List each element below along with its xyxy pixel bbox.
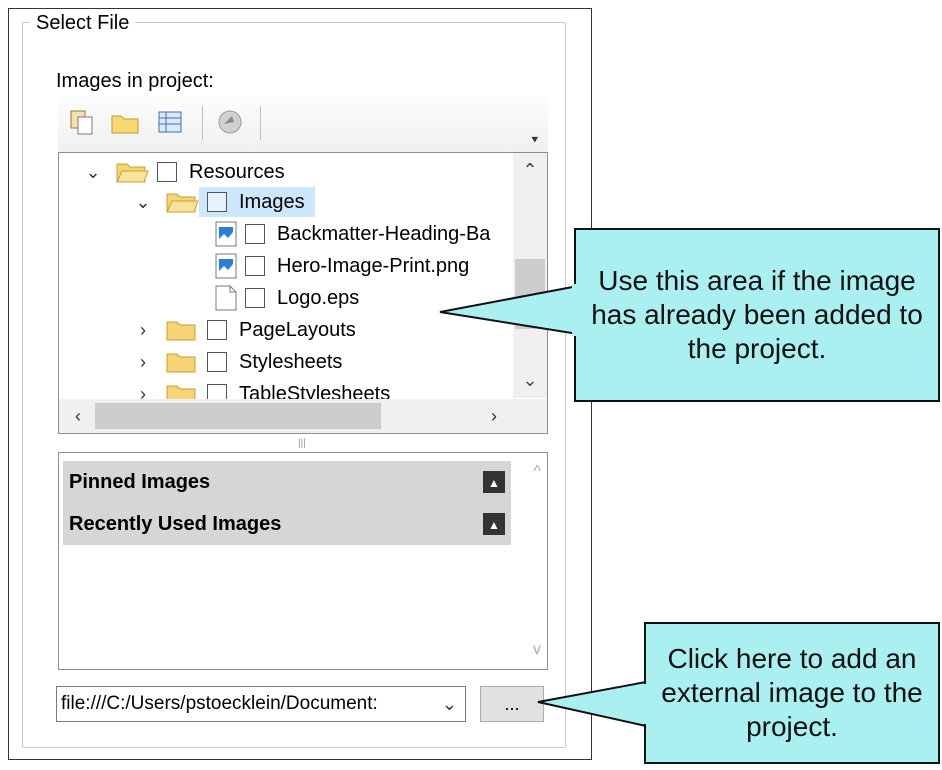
scroll-left-icon[interactable]: ‹ — [61, 399, 95, 433]
callout-pointer-mask — [642, 684, 650, 724]
pinned-recent-panel: Pinned Images ▲ Recently Used Images ▲ ^… — [58, 452, 548, 670]
scroll-thumb[interactable] — [95, 403, 381, 429]
import-icon[interactable] — [216, 108, 244, 136]
tree-item-file[interactable]: Backmatter-Heading-Ba — [215, 219, 490, 249]
image-file-icon — [215, 253, 237, 279]
callout-external-image: Click here to add an external image to t… — [644, 622, 940, 764]
tree-item-stylesheets[interactable]: › Stylesheets — [131, 347, 342, 377]
group-title: Select File — [30, 12, 136, 34]
collapse-icon[interactable]: ▲ — [483, 471, 505, 493]
callout-pointer-mask — [572, 284, 580, 336]
chevron-down-icon[interactable]: ⌄ — [81, 162, 105, 183]
open-folder-icon — [115, 160, 149, 184]
tree-item-label: Stylesheets — [239, 350, 343, 373]
section-pinned-images[interactable]: Pinned Images ▲ — [63, 461, 511, 503]
tree-item-images[interactable]: ⌄ Images — [131, 187, 315, 217]
grid-view-icon[interactable] — [156, 108, 184, 136]
section-label: Recently Used Images — [69, 513, 282, 535]
tree-item-label: Logo.eps — [277, 286, 360, 309]
chevron-right-icon[interactable]: › — [131, 352, 155, 373]
scroll-down-icon[interactable]: ⌄ — [513, 365, 547, 395]
toolbar-separator — [260, 106, 261, 140]
selected-highlight: Images — [199, 187, 315, 217]
scroll-up-icon[interactable]: ^ — [533, 463, 541, 481]
copy-icon[interactable] — [68, 108, 96, 136]
tree-item-label: Backmatter-Heading-Ba — [277, 222, 491, 245]
tree-item-file[interactable]: Logo.eps — [215, 283, 359, 313]
callout-text: Click here to add an external image to t… — [661, 643, 923, 742]
chevron-down-icon[interactable]: ⌄ — [442, 687, 457, 721]
callout-existing-image: Use this area if the image has already b… — [574, 228, 940, 402]
callout-pointer — [537, 680, 647, 728]
tree-item-label: PageLayouts — [239, 318, 356, 341]
vertical-scrollbar[interactable]: ⌃ ⌄ — [513, 153, 547, 398]
callout-pointer — [439, 284, 579, 336]
toolbar-overflow-icon[interactable]: ⯆ — [530, 134, 542, 146]
scroll-down-icon[interactable]: v — [533, 641, 541, 659]
checkbox[interactable] — [207, 352, 227, 372]
checkbox[interactable] — [207, 320, 227, 340]
scroll-right-icon[interactable]: › — [477, 399, 511, 433]
file-path-combobox[interactable]: file:///C:/Users/pstoecklein/Document: ⌄ — [56, 686, 466, 722]
chevron-right-icon[interactable]: › — [131, 320, 155, 341]
browse-button[interactable]: ... — [480, 686, 544, 722]
open-folder-icon — [165, 190, 199, 214]
checkbox[interactable] — [245, 256, 265, 276]
folder-icon[interactable] — [110, 108, 139, 136]
checkbox[interactable] — [157, 162, 177, 182]
tree-item-pagelayouts[interactable]: › PageLayouts — [131, 315, 356, 345]
checkbox[interactable] — [207, 192, 227, 212]
checkbox[interactable] — [245, 288, 265, 308]
images-in-project-label: Images in project: — [56, 70, 214, 92]
splitter-grip[interactable]: ||| — [298, 438, 306, 449]
checkbox[interactable] — [245, 224, 265, 244]
section-label: Pinned Images — [69, 471, 211, 493]
tree-item-label: Hero-Image-Print.png — [277, 254, 470, 277]
document-file-icon — [215, 285, 237, 311]
collapse-icon[interactable]: ▲ — [483, 513, 505, 535]
tree-item-resources[interactable]: ⌄ Resources — [81, 157, 285, 187]
file-path-value: file:///C:/Users/pstoecklein/Document: — [61, 693, 378, 714]
toolbar-separator — [202, 106, 203, 140]
tree-toolbar: ⯆ — [58, 96, 548, 152]
folder-icon — [165, 350, 199, 374]
tree-item-label: Resources — [189, 160, 285, 183]
section-recently-used-images[interactable]: Recently Used Images ▲ — [63, 503, 511, 545]
chevron-down-icon[interactable]: ⌄ — [131, 192, 155, 213]
scroll-up-icon[interactable]: ⌃ — [513, 155, 547, 185]
horizontal-scrollbar[interactable]: ‹ › — [59, 399, 547, 433]
image-file-icon — [215, 221, 237, 247]
tree-item-file[interactable]: Hero-Image-Print.png — [215, 251, 469, 281]
tree-item-label: Images — [239, 190, 305, 213]
callout-text: Use this area if the image has already b… — [591, 265, 923, 364]
folder-icon — [165, 318, 199, 342]
